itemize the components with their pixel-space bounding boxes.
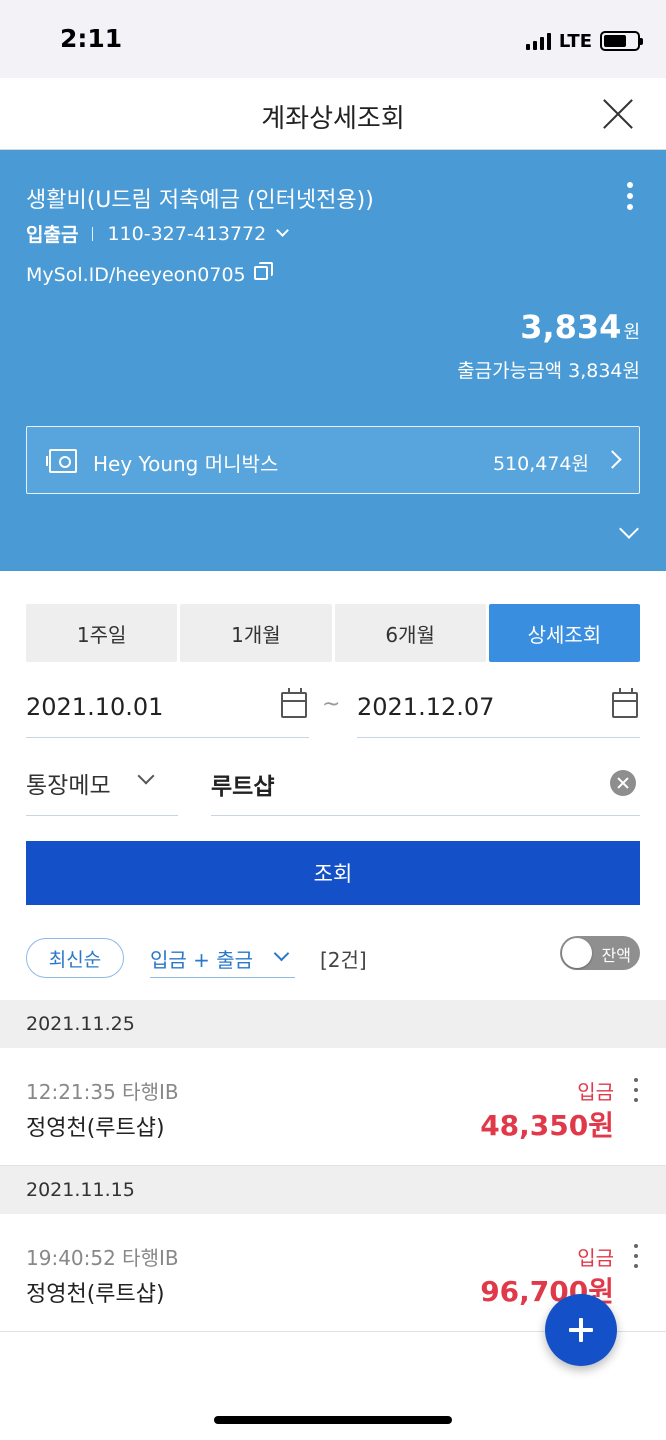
tab-6months[interactable]: 6개월 [334,604,486,662]
date-header: 2021.11.25 [0,1000,666,1048]
transaction-description: 정영천(루트샵) [26,1282,165,1307]
account-balance: 3,834 원 [520,308,640,346]
transaction-amount: 48,350원 [480,1109,614,1142]
expand-chevron-icon[interactable] [619,519,639,539]
chevron-down-icon [273,945,290,962]
add-plus-icon[interactable] [545,1294,617,1366]
transaction-description: 정영천(루트샵) [26,1116,165,1141]
transaction-type-select[interactable]: 입금 + 출금 [150,936,295,978]
safe-icon [46,449,77,473]
result-count: [2건] [320,948,367,972]
balance-toggle[interactable]: 잔액 [560,936,640,970]
transaction-row[interactable]: 12:21:35 타행IB 정영천(루트샵) 입금 48,350원 [0,1048,666,1166]
account-type: 입출금 [26,224,79,246]
balance-amount: 3,834 [520,308,622,346]
moneybox-label: Hey Young 머니박스 [93,452,279,476]
start-date-field[interactable]: 2021.10.01 [26,676,309,738]
transaction-date: 2021.11.25 [26,1013,135,1035]
divider [92,226,94,241]
chevron-down-icon [137,767,155,785]
mysol-id-row: MySol.ID/heeyeon0705 [26,262,273,286]
transaction-type: 입금 [577,1080,614,1104]
moneybox-amount: 510,474원 [492,453,589,475]
withdrawable-amount: 출금가능금액 3,834원 [457,360,640,382]
status-indicators: LTE [525,28,643,54]
transaction-time: 19:40:52 타행IB [26,1246,179,1270]
network-label: LTE [558,30,592,52]
signal-icon [525,32,551,50]
more-options-icon[interactable] [624,182,636,210]
more-options-icon[interactable] [630,1078,642,1102]
end-date-field[interactable]: 2021.12.07 [357,676,640,738]
balance-toggle-label: 잔액 [601,946,631,965]
page-title: 계좌상세조회 [261,104,405,134]
account-panel: 생활비(U드림 저축예금 (인터넷전용)) 입출금 110-327-413772… [0,150,666,571]
moneybox-button[interactable]: Hey Young 머니박스 510,474원 [26,426,640,494]
transaction-type-label: 입금 + 출금 [150,948,254,972]
memo-search-value: 루트샵 [211,774,275,800]
toggle-knob [562,938,592,968]
transaction-date: 2021.11.15 [26,1179,135,1201]
tab-1month[interactable]: 1개월 [180,604,332,662]
account-info-row: 입출금 110-327-413772 [26,220,290,247]
calendar-icon[interactable] [281,688,307,718]
tab-1week[interactable]: 1주일 [26,604,178,662]
search-button[interactable]: 조회 [26,841,640,905]
clear-icon[interactable] [610,770,636,796]
start-date: 2021.10.01 [26,693,164,721]
calendar-icon[interactable] [612,688,638,718]
tab-detail-search[interactable]: 상세조회 [488,604,640,662]
mysol-id: MySol.ID/heeyeon0705 [26,264,246,286]
balance-unit: 원 [623,322,640,343]
more-options-icon[interactable] [630,1244,642,1268]
copy-icon[interactable] [253,262,273,280]
filter-row: 최신순 입금 + 출금 [2건] 잔액 [26,936,640,980]
end-date: 2021.12.07 [357,693,495,721]
battery-icon [600,31,643,51]
memo-filter-label: 통장메모 [26,773,111,799]
status-time: 2:11 [60,24,123,53]
transaction-type: 입금 [577,1246,614,1270]
nav-bar: 계좌상세조회 [0,78,666,150]
memo-search-input[interactable]: 루트샵 [211,752,640,816]
chevron-down-icon[interactable] [276,224,290,237]
sort-button[interactable]: 최신순 [26,938,124,978]
status-bar: 2:11 LTE [0,0,666,78]
home-indicator[interactable] [214,1416,452,1424]
date-header: 2021.11.15 [0,1166,666,1214]
date-separator: ~ [322,692,341,717]
chevron-right-icon [603,450,622,469]
account-number[interactable]: 110-327-413772 [107,223,266,245]
account-name: 생활비(U드림 저축예금 (인터넷전용)) [26,188,374,213]
transaction-time: 12:21:35 타행IB [26,1080,179,1104]
period-tabs: 1주일 1개월 6개월 상세조회 [26,604,640,662]
memo-filter-select[interactable]: 통장메모 [26,752,178,816]
close-icon[interactable] [598,94,638,134]
